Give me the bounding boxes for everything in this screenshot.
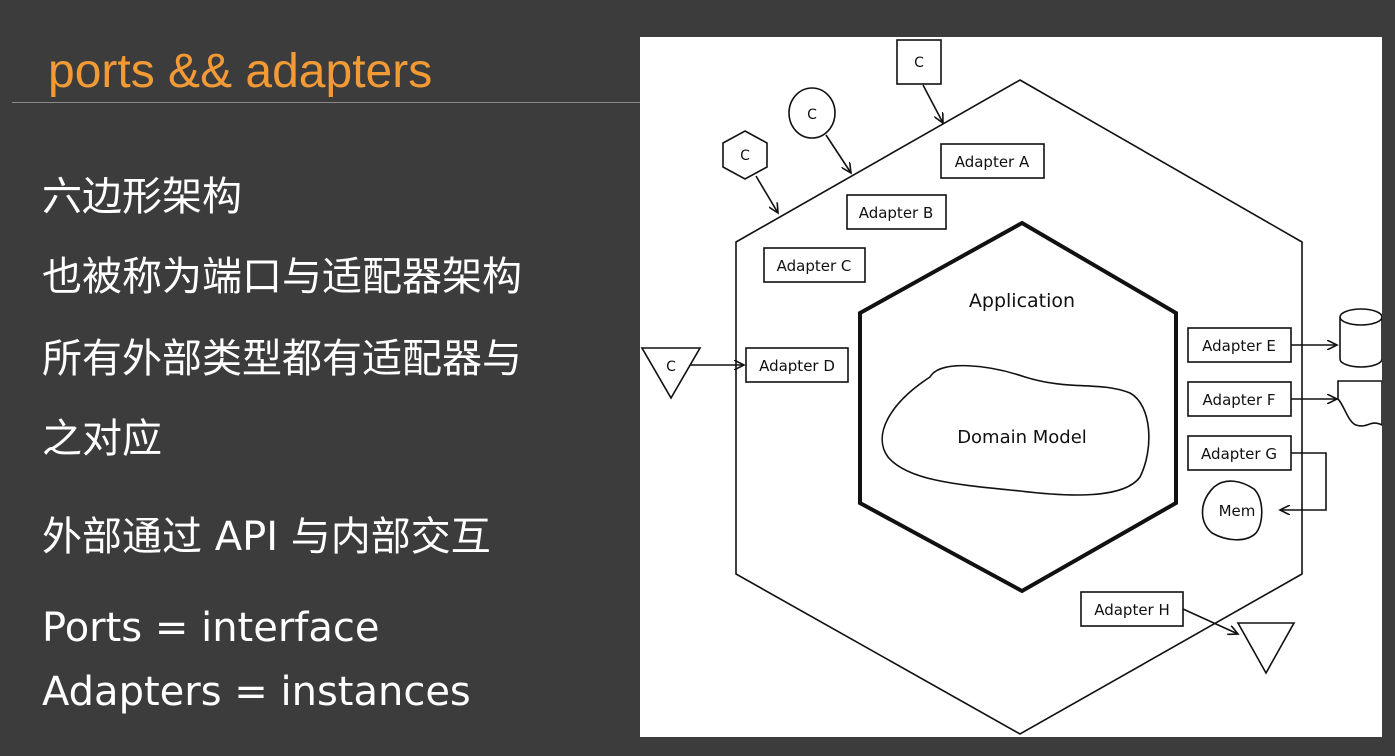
client-hexagon-label: C (740, 148, 750, 164)
document-icon (1337, 380, 1382, 427)
adapter-a-label: Adapter A (955, 153, 1030, 171)
title-divider (12, 102, 640, 103)
adapter-b: Adapter B (846, 194, 947, 230)
bullet-all-external-types: 所有外部类型都有适配器与 (42, 336, 522, 382)
adapter-e-label: Adapter E (1202, 337, 1276, 355)
bullet-adapters-instances: Adapters = instances (42, 669, 471, 715)
slide-title: ports && adapters (48, 45, 433, 98)
arrow-oval-to-hexagon (825, 134, 851, 173)
adapter-g: Adapter G (1187, 435, 1292, 471)
client-oval: C (788, 87, 836, 139)
adapter-h: Adapter H (1080, 591, 1184, 627)
adapter-h-label: Adapter H (1094, 601, 1170, 619)
client-hexagon: C (722, 130, 768, 180)
arrow-adapter-h-to-triangle (1182, 608, 1238, 634)
client-square-label: C (914, 55, 924, 71)
bullet-api-interaction: 外部通过 API 与内部交互 (42, 514, 491, 560)
adapter-d: Adapter D (745, 347, 849, 383)
client-oval-label: C (807, 107, 817, 123)
application-hexagon (858, 220, 1178, 594)
adapter-a: Adapter A (940, 143, 1045, 179)
arrow-square-to-hexagon (922, 84, 943, 123)
bullet-all-external-types-cont: 之对应 (42, 416, 162, 462)
diagram-canvas: Application Domain Model Adapter A Adapt… (640, 39, 1382, 735)
external-triangle (1236, 622, 1296, 675)
domain-model-label: Domain Model (957, 427, 1087, 448)
adapter-f: Adapter F (1187, 381, 1292, 417)
adapter-e: Adapter E (1187, 327, 1292, 363)
arrow-hexagon-to-hexagon (755, 175, 778, 213)
application-label: Application (969, 290, 1075, 312)
bullet-ports-and-adapters: 也被称为端口与适配器架构 (42, 254, 522, 300)
bullet-hexagonal-architecture: 六边形架构 (42, 174, 242, 220)
memory-label: Mem (1219, 502, 1256, 520)
client-triangle-label: C (666, 359, 676, 375)
bullet-ports-interface: Ports = interface (42, 605, 380, 651)
hexagonal-architecture-diagram: Application Domain Model Adapter A Adapt… (640, 37, 1382, 737)
adapter-d-label: Adapter D (759, 357, 835, 375)
adapter-g-label: Adapter G (1201, 445, 1277, 463)
adapter-f-label: Adapter F (1203, 391, 1276, 409)
adapter-b-label: Adapter B (859, 204, 934, 222)
database-icon (1339, 308, 1382, 368)
client-triangle: C (640, 347, 702, 400)
slide: ports && adapters 六边形架构 也被称为端口与适配器架构 所有外… (0, 0, 1395, 756)
adapter-c: Adapter C (763, 247, 866, 283)
memory-store: Mem (1201, 480, 1263, 541)
adapter-c-label: Adapter C (777, 257, 852, 275)
client-square: C (896, 39, 942, 85)
